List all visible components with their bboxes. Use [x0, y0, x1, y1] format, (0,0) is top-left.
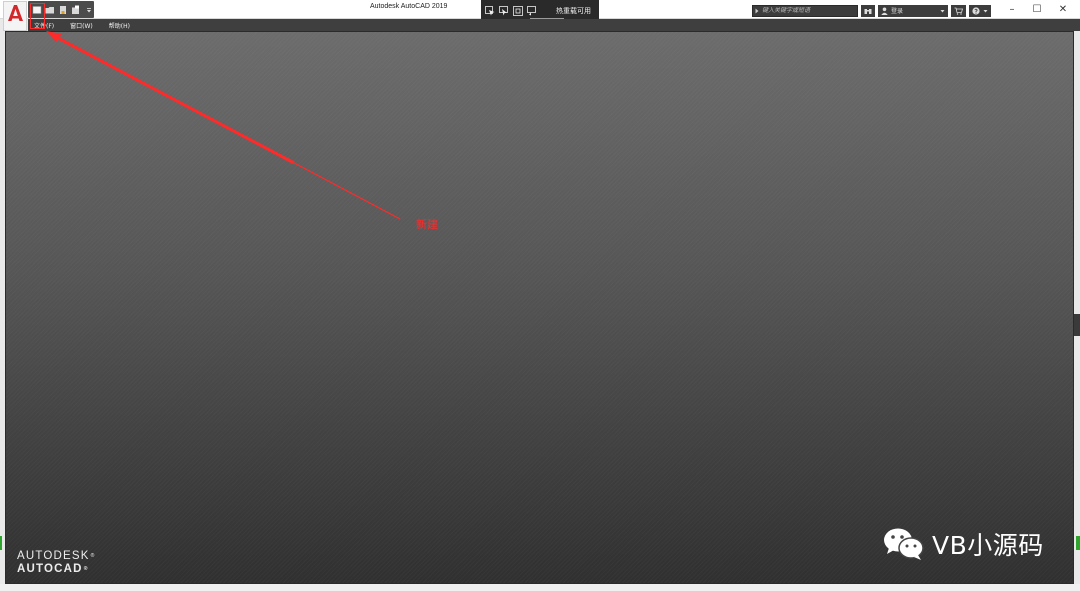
visual-tree-button[interactable]	[526, 5, 537, 16]
help-icon	[972, 6, 980, 15]
search-input[interactable]	[761, 6, 857, 15]
track-focus-button[interactable]	[512, 5, 523, 16]
application-menu-button[interactable]	[3, 1, 27, 31]
hot-reload-label[interactable]: 热重载可用	[556, 6, 591, 16]
exchange-apps-button[interactable]	[951, 4, 966, 17]
start-canvas: AUTODESK® AUTOCAD®	[5, 31, 1074, 584]
window-title: Autodesk AutoCAD 2019	[370, 3, 448, 10]
wechat-watermark: VB小源码	[882, 526, 1044, 562]
dropdown-arrow-icon	[86, 7, 91, 12]
save-button[interactable]	[57, 4, 68, 16]
brand-autodesk-reg: ®	[90, 553, 96, 559]
display-selection-icon	[498, 5, 508, 15]
help-button[interactable]	[969, 4, 991, 17]
annotation-label: 新建	[416, 218, 438, 231]
right-edge-marker	[1076, 536, 1080, 550]
search-expand-icon[interactable]	[755, 8, 759, 14]
wechat-icon	[884, 528, 924, 560]
status-bar-edge	[0, 584, 1080, 591]
minimize-button[interactable]: –	[998, 0, 1026, 18]
select-element-icon	[484, 5, 494, 15]
annotation-highlight-box	[30, 3, 45, 29]
autocad-window: Autodesk AutoCAD 2019 热重载可用 键入关键字或短语 登录 …	[0, 0, 1080, 591]
menu-window[interactable]: 窗口(W)	[70, 21, 93, 30]
title-bar: Autodesk AutoCAD 2019 热重载可用 键入关键字或短语 登录 …	[0, 0, 1080, 31]
left-edge-marker	[0, 536, 2, 550]
visual-tree-icon	[526, 5, 536, 15]
brand-autocad: AUTOCAD	[17, 563, 83, 575]
open-folder-icon	[45, 6, 54, 13]
chevron-down-icon	[940, 9, 945, 12]
menu-bar: 文件(F) 窗口(W) 帮助(H)	[28, 19, 1080, 31]
brand-autocad-reg: ®	[83, 566, 89, 572]
autocad-logo-icon	[8, 5, 23, 21]
sign-in-button[interactable]: 登录	[878, 4, 948, 17]
binoculars-icon	[864, 8, 872, 14]
side-panel-tab[interactable]	[1074, 314, 1080, 336]
cart-icon	[954, 7, 963, 15]
maximize-button[interactable]: ☐	[1023, 0, 1051, 18]
maximize-icon: ☐	[1032, 3, 1042, 15]
autodesk-autocad-brand: AUTODESK® AUTOCAD®	[17, 550, 96, 576]
select-element-button[interactable]	[484, 5, 495, 16]
qat-customize-button[interactable]	[83, 4, 94, 16]
brand-autodesk: AUTODESK	[17, 550, 90, 562]
close-icon: ✕	[1058, 3, 1068, 15]
watermark-text: VB小源码	[932, 531, 1044, 560]
user-icon	[881, 7, 888, 15]
infocenter: 登录	[752, 4, 991, 17]
close-button[interactable]: ✕	[1049, 0, 1077, 18]
save-as-button[interactable]	[70, 4, 81, 16]
save-icon	[59, 5, 66, 14]
sign-in-label: 登录	[891, 8, 904, 15]
display-selection-button[interactable]	[498, 5, 509, 16]
save-as-icon	[71, 5, 79, 14]
menu-help[interactable]: 帮助(H)	[109, 21, 130, 30]
open-button[interactable]	[44, 4, 55, 16]
minimize-icon: –	[1009, 3, 1015, 15]
search-button[interactable]	[861, 4, 875, 17]
chevron-down-icon	[983, 9, 988, 12]
track-focus-icon	[512, 5, 523, 16]
search-box	[752, 4, 858, 17]
